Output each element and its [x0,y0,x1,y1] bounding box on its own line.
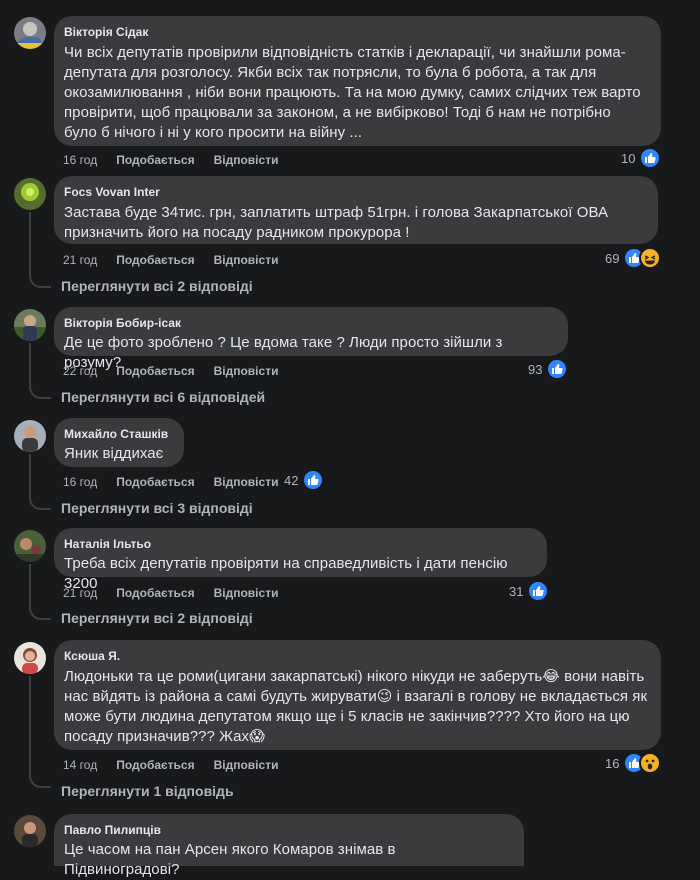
wow-reaction-icon [639,752,662,774]
comment-actions: 16 год Подобається Відповісти [63,474,297,490]
comment-bubble: Ксюша Я. Людоньки та це роми(цигани зака… [54,640,661,750]
comment-bubble: Focs Vovan Inter Застава буде 34тис. грн… [54,176,658,244]
reaction-count: 69 [605,250,620,266]
avatar[interactable] [14,530,46,562]
like-button[interactable]: Подобається [116,364,194,378]
like-reaction-icon [639,147,662,169]
avatar[interactable] [14,420,46,452]
thread-line [29,454,31,496]
reply-button[interactable]: Відповісти [214,253,279,267]
avatar[interactable] [14,642,46,674]
thread-connector [29,383,51,399]
comment-actions: 16 год Подобається Відповісти [63,152,297,168]
reaction-count: 16 [605,755,620,771]
comment-bubble: Вікторія Бобир-ісак Де це фото зроблено … [54,307,568,371]
comment-line: депутата для розголосу. Якби всіх так по… [64,64,597,81]
reply-button[interactable]: Відповісти [214,153,279,167]
reply-button[interactable]: Відповісти [214,475,279,489]
like-button[interactable]: Подобається [116,586,194,600]
thread-connector [29,604,51,620]
comment-actions: 22 год Подобається Відповісти [63,363,297,379]
like-reaction-icon [546,358,569,380]
comment-author[interactable]: Вікторія Сідак [64,24,649,40]
thread-line [29,343,31,385]
like-button[interactable]: Подобається [116,153,194,167]
comment-line: Яник віддихає [64,445,164,462]
comment-actions: 21 год Подобається Відповісти [63,252,297,268]
like-reaction-icon [527,580,550,602]
comment-bubble: Павло Пилипців Це часом на пан Арсен яко… [54,814,524,878]
comment-line: може бути людина депутатом якщо ще і 5 к… [64,708,630,725]
comment-author[interactable]: Павло Пилипців [64,822,512,838]
comment-actions: 14 год Подобається Відповісти [63,757,297,773]
like-reaction-icon [302,469,325,491]
comment-timestamp[interactable]: 16 год [63,153,97,167]
thread-connector [29,272,51,288]
reaction-count: 31 [509,583,524,599]
avatar[interactable] [14,309,46,341]
reaction-count: 10 [621,150,636,166]
comment-line: Застава буде 34тис. грн, заплатить штраф… [64,204,609,221]
view-replies-link[interactable]: Переглянути всі 3 відповіді [61,499,253,517]
view-replies-link[interactable]: Переглянути 1 відповідь [61,782,234,800]
like-button[interactable]: Подобається [116,758,194,772]
comment-bubble: Наталія Ільтьо Треба всіх депутатів пров… [54,528,547,592]
comment-timestamp[interactable]: 22 год [63,364,97,378]
comment-line: було б нічого і ні у кого просити на вій… [64,124,363,141]
comment-line: провірити, щоб працювали за законом, а н… [64,104,611,121]
reply-button[interactable]: Відповісти [214,586,279,600]
comment-author[interactable]: Focs Vovan Inter [64,184,646,200]
reactions-summary[interactable]: 10 [621,147,662,169]
thread-line [29,212,31,274]
reactions-summary[interactable]: 93 [528,358,569,380]
like-button[interactable]: Подобається [116,253,194,267]
thread-connector [29,772,51,788]
comment-bubble: Михайло Сташків Яник віддихає [54,418,184,467]
avatar[interactable] [14,815,46,847]
like-button[interactable]: Подобається [116,475,194,489]
comment-timestamp[interactable]: 14 год [63,758,97,772]
comment-author[interactable]: Наталія Ільтьо [64,536,535,552]
reactions-summary[interactable]: 31 [509,580,550,602]
reply-button[interactable]: Відповісти [214,758,279,772]
reaction-count: 93 [528,361,543,377]
comment-author[interactable]: Михайло Сташків [64,426,172,442]
comment-timestamp[interactable]: 21 год [63,586,97,600]
thread-line [29,676,31,774]
reactions-summary[interactable]: 42 [284,469,325,491]
avatar[interactable] [14,178,46,210]
reply-button[interactable]: Відповісти [214,364,279,378]
avatar[interactable] [14,17,46,49]
comment-line: Чи всіх депутатів провірили відповідніст… [64,44,626,61]
comment-bubble: Вікторія Сідак Чи всіх депутатів провіри… [54,16,661,146]
comment-timestamp[interactable]: 21 год [63,253,97,267]
view-replies-link[interactable]: Переглянути всі 6 відповідей [61,388,265,406]
reactions-summary[interactable]: 69 [605,247,662,269]
view-replies-link[interactable]: Переглянути всі 2 відповіді [61,277,253,295]
comment-line: окозамилювання , ніби вони працюють. Та … [64,84,641,101]
thread-line [29,564,31,606]
comment-actions: 21 год Подобається Відповісти [63,585,297,601]
thread-connector [29,494,51,510]
comment-timestamp[interactable]: 16 год [63,475,97,489]
reaction-count: 42 [284,472,299,488]
comment-line: посаду призначив??? Жах😱 [64,728,265,745]
comment-author[interactable]: Вікторія Бобир-ісак [64,315,556,331]
haha-reaction-icon [639,247,662,269]
comment-line: призначить його на посаду радником проку… [64,224,410,241]
comment-line: Це часом на пан Арсен якого Комаров знім… [64,841,396,878]
reactions-summary[interactable]: 16 [605,752,662,774]
comment-line: нас вйдять із района а самі будуть жирув… [64,688,648,705]
comment-author[interactable]: Ксюша Я. [64,648,649,664]
view-replies-link[interactable]: Переглянути всі 2 відповіді [61,609,253,627]
comment-line: Людоньки та це роми(цигани закарпатські)… [64,668,645,685]
